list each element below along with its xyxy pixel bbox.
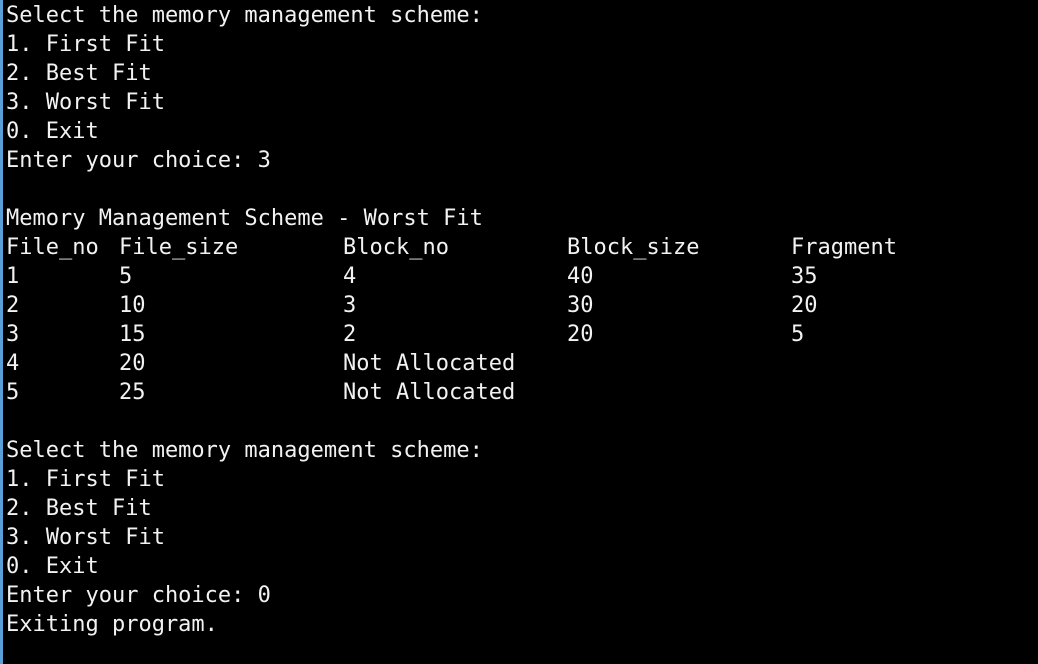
file-size-cell: 5 (119, 264, 133, 289)
table-row: 4 20 Not Allocated (3, 349, 1038, 378)
column-header-file-no: File_no (6, 235, 99, 260)
table-row: 5 25 Not Allocated (3, 378, 1038, 407)
choice-input-line: Enter your choice: 0 (6, 583, 271, 608)
menu-option-best-fit: 2. Best Fit (6, 61, 152, 86)
menu-prompt: Select the memory management scheme: (6, 3, 483, 28)
column-header-block-size: Block_size (567, 235, 700, 260)
block-no-cell: 3 (343, 293, 357, 318)
table-row: 1 5 4 40 35 (3, 262, 1038, 291)
block-no-cell: Not Allocated (343, 351, 516, 376)
file-no-cell: 5 (6, 380, 20, 405)
block-size-cell: 40 (567, 264, 594, 289)
menu-option-worst-fit: 3. Worst Fit (6, 525, 165, 550)
menu-option-worst-fit: 3. Worst Fit (6, 90, 165, 115)
block-no-cell: 2 (343, 322, 357, 347)
block-size-cell: 20 (567, 322, 594, 347)
file-size-cell: 15 (119, 322, 146, 347)
table-row: 2 10 3 30 20 (3, 291, 1038, 320)
file-size-cell: 20 (119, 351, 146, 376)
fragment-cell: 35 (791, 264, 818, 289)
exit-message: Exiting program. (6, 612, 218, 637)
file-size-cell: 25 (119, 380, 146, 405)
fragment-cell: 5 (791, 322, 805, 347)
console-window[interactable]: Select the memory management scheme: 1. … (0, 0, 1038, 664)
choice-input-line: Enter your choice: 3 (6, 148, 271, 173)
file-no-cell: 3 (6, 322, 20, 347)
menu-option-exit: 0. Exit (6, 554, 99, 579)
menu-option-first-fit: 1. First Fit (6, 467, 165, 492)
column-header-file-size: File_size (119, 235, 239, 260)
column-header-fragment: Fragment (791, 235, 897, 260)
menu-option-exit: 0. Exit (6, 119, 99, 144)
result-heading: Memory Management Scheme - Worst Fit (6, 206, 483, 231)
table-header-row: File_no File_size Block_no Block_size Fr… (3, 233, 1038, 262)
file-no-cell: 2 (6, 293, 20, 318)
block-no-cell: Not Allocated (343, 380, 516, 405)
menu-option-best-fit: 2. Best Fit (6, 496, 152, 521)
file-size-cell: 10 (119, 293, 146, 318)
block-no-cell: 4 (343, 264, 357, 289)
table-row: 3 15 2 20 5 (3, 320, 1038, 349)
column-header-block-no: Block_no (343, 235, 449, 260)
fragment-cell: 20 (791, 293, 818, 318)
block-size-cell: 30 (567, 293, 594, 318)
file-no-cell: 1 (6, 264, 20, 289)
file-no-cell: 4 (6, 351, 20, 376)
menu-prompt: Select the memory management scheme: (6, 438, 483, 463)
menu-option-first-fit: 1. First Fit (6, 32, 165, 57)
